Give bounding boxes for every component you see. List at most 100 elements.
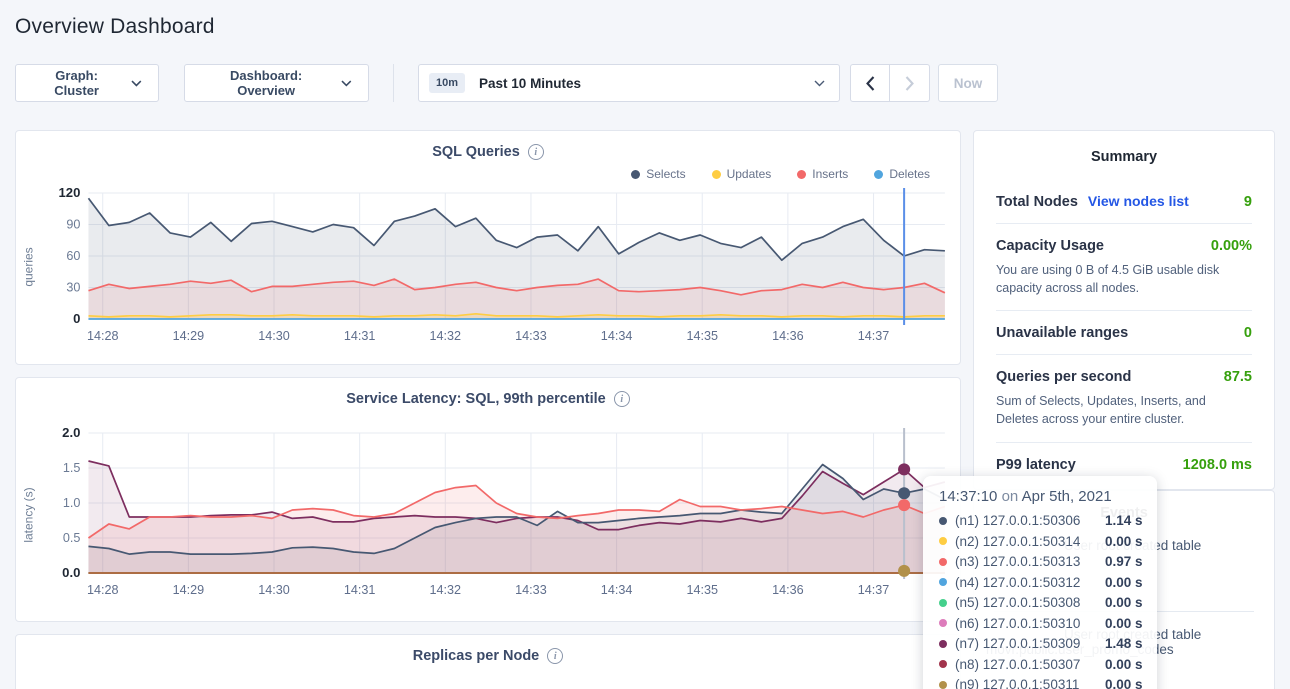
summary-row-capacity-usage: Capacity Usage0.00%You are using 0 B of …: [996, 224, 1252, 311]
summary-row-unavailable-ranges: Unavailable ranges0: [996, 311, 1252, 355]
legend-dot: [874, 170, 883, 179]
summary-value: 0.00%: [1211, 238, 1252, 254]
replicas-chart-title: Replicas per Node: [413, 648, 540, 664]
svg-text:0: 0: [73, 311, 80, 326]
node-address: (n4) 127.0.0.1:50312: [955, 575, 1105, 590]
view-nodes-list-link[interactable]: View nodes list: [1088, 193, 1189, 209]
summary-description: Sum of Selects, Updates, Inserts, and De…: [996, 392, 1252, 428]
svg-text:14:33: 14:33: [515, 329, 547, 343]
legend-item-selects[interactable]: Selects: [631, 167, 685, 181]
node-color-dot: [939, 599, 947, 607]
sql-queries-legend: Selects Updates Inserts Deletes: [16, 167, 960, 181]
latency-chart-title: Service Latency: SQL, 99th percentile: [346, 391, 606, 407]
page-title: Overview Dashboard: [15, 0, 1275, 39]
tooltip-node-row: (n6) 127.0.0.1:503100.00 s: [939, 616, 1143, 631]
time-step-buttons: [850, 64, 930, 102]
svg-text:14:34: 14:34: [601, 329, 633, 343]
info-icon[interactable]: i: [528, 144, 544, 160]
svg-text:14:28: 14:28: [87, 583, 119, 597]
y-axis-label: queries: [16, 183, 42, 351]
svg-text:2.0: 2.0: [62, 425, 80, 440]
chevron-left-icon: [866, 76, 875, 91]
svg-text:14:35: 14:35: [686, 329, 718, 343]
summary-value: 0: [1244, 325, 1252, 341]
dashboard-dropdown[interactable]: Dashboard: Overview: [184, 64, 369, 102]
svg-text:14:36: 14:36: [772, 329, 804, 343]
svg-text:90: 90: [66, 218, 80, 232]
svg-text:14:32: 14:32: [430, 329, 462, 343]
legend-item-updates[interactable]: Updates: [712, 167, 772, 181]
node-color-dot: [939, 537, 947, 545]
node-latency-value: 0.00 s: [1105, 657, 1143, 672]
legend-dot: [797, 170, 806, 179]
now-button[interactable]: Now: [938, 64, 998, 102]
svg-text:14:35: 14:35: [686, 583, 718, 597]
time-forward-button[interactable]: [890, 64, 930, 102]
info-icon[interactable]: i: [614, 391, 630, 407]
chevron-down-icon: [131, 80, 142, 87]
controls-divider: [393, 64, 394, 102]
svg-text:0.0: 0.0: [62, 565, 80, 580]
summary-row-queries-per-second: Queries per second 87.5 Sum of Selects, Up…: [996, 355, 1252, 442]
tooltip-timestamp: 14:37:10 on Apr 5th, 2021: [939, 488, 1143, 505]
legend-item-inserts[interactable]: Inserts: [797, 167, 848, 181]
info-icon[interactable]: i: [547, 648, 563, 664]
tooltip-node-row: (n4) 127.0.0.1:503120.00 s: [939, 575, 1143, 590]
y-axis-label: latency (s): [16, 423, 42, 607]
svg-text:14:29: 14:29: [173, 329, 205, 343]
node-latency-value: 0.00 s: [1105, 534, 1143, 549]
summary-label: Queries per second: [996, 369, 1131, 385]
time-range-dropdown[interactable]: 10m Past 10 Minutes: [418, 64, 840, 102]
graph-scope-dropdown[interactable]: Graph: Cluster: [15, 64, 159, 102]
svg-text:14:30: 14:30: [258, 583, 290, 597]
summary-value: 9: [1244, 194, 1252, 210]
node-address: (n2) 127.0.0.1:50314: [955, 534, 1105, 549]
svg-text:14:34: 14:34: [601, 583, 633, 597]
sql-queries-chart-card: SQL Queries i Selects Updates Inserts Delet…: [15, 130, 961, 365]
node-color-dot: [939, 578, 947, 586]
summary-value: 87.5: [1224, 369, 1252, 385]
summary-panel: Summary Total NodesView nodes list9Capac…: [973, 130, 1275, 490]
time-range-label: Past 10 Minutes: [479, 76, 581, 91]
graph-scope-label: Graph: Cluster: [32, 68, 121, 98]
svg-text:30: 30: [66, 281, 80, 295]
svg-text:14:31: 14:31: [344, 583, 376, 597]
node-latency-value: 0.00 s: [1105, 677, 1143, 689]
latency-chart[interactable]: 0.00.51.01.52.014:2814:2914:3014:3114:32…: [42, 423, 956, 607]
svg-text:14:30: 14:30: [258, 329, 290, 343]
chevron-right-icon: [905, 76, 914, 91]
svg-text:14:28: 14:28: [87, 329, 119, 343]
chart-hover-tooltip: 14:37:10 on Apr 5th, 2021 (n1) 127.0.0.1…: [923, 476, 1157, 689]
node-color-dot: [939, 558, 947, 566]
svg-text:0.5: 0.5: [63, 531, 81, 545]
summary-label: P99 latency: [996, 457, 1076, 473]
svg-text:14:33: 14:33: [515, 583, 547, 597]
node-latency-value: 1.14 s: [1105, 513, 1143, 528]
svg-text:14:37: 14:37: [858, 329, 890, 343]
svg-text:14:37: 14:37: [858, 583, 890, 597]
tooltip-node-row: (n1) 127.0.0.1:503061.14 s: [939, 513, 1143, 528]
tooltip-node-row: (n5) 127.0.0.1:503080.00 s: [939, 595, 1143, 610]
node-latency-value: 0.97 s: [1105, 554, 1143, 569]
sql-queries-chart[interactable]: 030609012014:2814:2914:3014:3114:3214:33…: [42, 183, 956, 351]
time-back-button[interactable]: [850, 64, 890, 102]
node-color-dot: [939, 660, 947, 668]
node-address: (n6) 127.0.0.1:50310: [955, 616, 1105, 631]
tooltip-node-row: (n8) 127.0.0.1:503070.00 s: [939, 657, 1143, 672]
node-latency-value: 1.48 s: [1105, 636, 1143, 651]
summary-title: Summary: [996, 149, 1252, 165]
sql-queries-chart-title: SQL Queries: [432, 144, 520, 160]
legend-label: Selects: [646, 167, 685, 181]
tooltip-node-row: (n7) 127.0.0.1:503091.48 s: [939, 636, 1143, 651]
node-color-dot: [939, 619, 947, 627]
legend-item-deletes[interactable]: Deletes: [874, 167, 930, 181]
svg-text:14:32: 14:32: [430, 583, 462, 597]
tooltip-node-row: (n9) 127.0.0.1:503110.00 s: [939, 677, 1143, 689]
legend-dot: [712, 170, 721, 179]
svg-text:120: 120: [58, 185, 80, 200]
node-address: (n5) 127.0.0.1:50308: [955, 595, 1105, 610]
node-address: (n1) 127.0.0.1:50306: [955, 513, 1105, 528]
node-color-dot: [939, 640, 947, 648]
legend-label: Inserts: [812, 167, 848, 181]
svg-text:14:29: 14:29: [173, 583, 205, 597]
